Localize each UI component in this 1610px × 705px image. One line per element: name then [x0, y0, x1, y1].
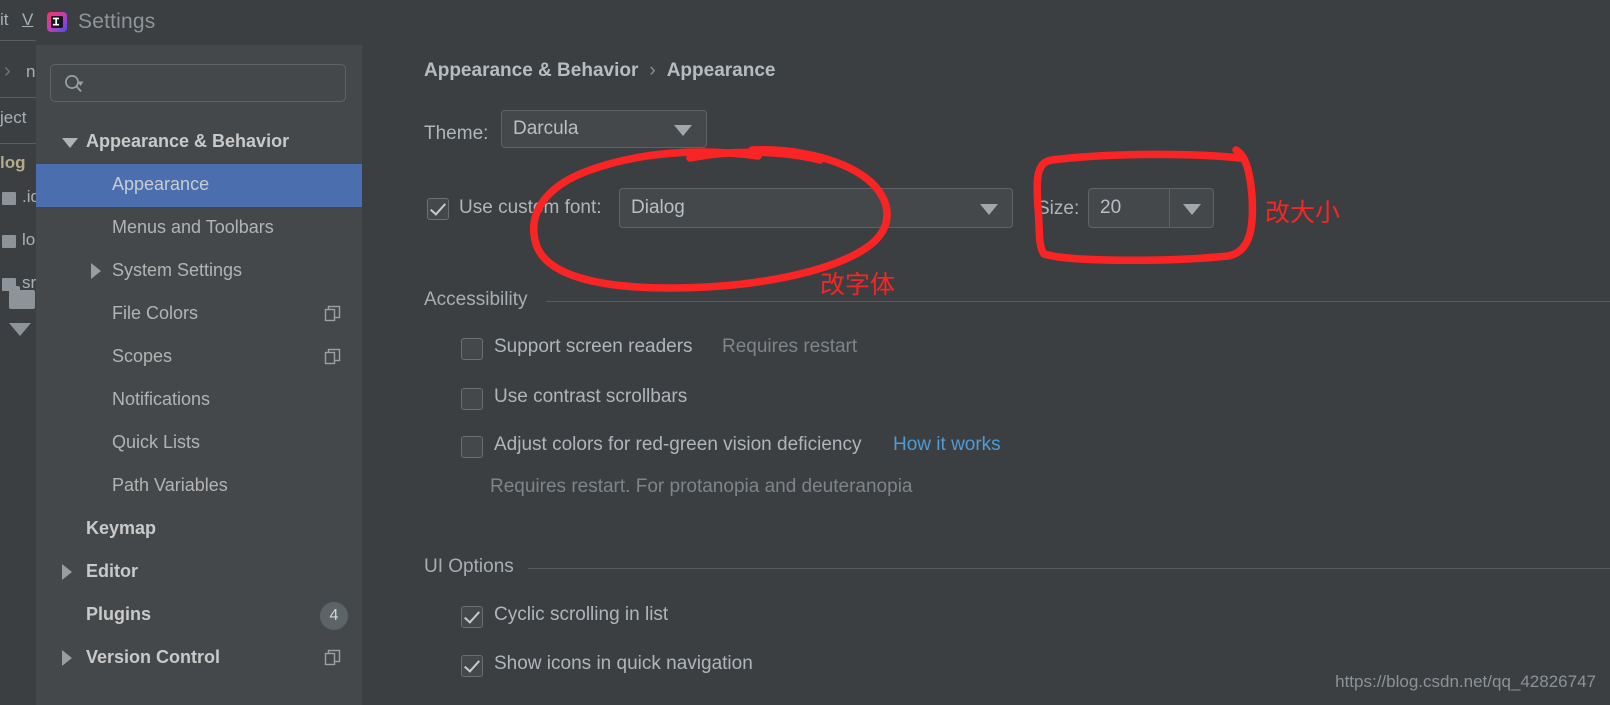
breadcrumb-parent[interactable]: Appearance & Behavior — [424, 60, 638, 81]
sidebar-item-label: Editor — [86, 561, 138, 581]
triangle-down-icon[interactable] — [62, 138, 78, 148]
theme-value: Darcula — [513, 118, 579, 139]
use-custom-font-checkbox[interactable] — [427, 198, 449, 220]
copy-icon[interactable] — [324, 348, 341, 365]
chevron-down-icon — [980, 204, 998, 215]
ide-project-row: ject — [0, 108, 27, 127]
theme-label: Theme: — [424, 123, 489, 144]
plugins-update-badge: 4 — [320, 602, 348, 630]
custom-font-select[interactable]: Dialog — [619, 188, 1013, 228]
accessibility-footnote: Requires restart. For protanopia and deu… — [490, 476, 913, 497]
annotation-note-font: 改字体 — [820, 270, 896, 299]
breadcrumb: Appearance & Behavior › Appearance — [424, 60, 775, 82]
sidebar-item-version-control[interactable]: Version Control — [36, 637, 362, 680]
support-screen-readers-hint: Requires restart — [722, 336, 858, 357]
ide-folder-square-icon-1 — [2, 192, 16, 205]
triangle-right-icon[interactable] — [91, 263, 101, 279]
breadcrumb-current: Appearance — [666, 60, 776, 81]
chevron-right-icon: › — [4, 60, 11, 82]
search-icon — [65, 75, 84, 92]
ide-divider-2 — [0, 97, 36, 98]
use-contrast-scrollbars-label: Use contrast scrollbars — [494, 386, 688, 407]
chevron-down-icon — [1182, 204, 1201, 215]
screenshot-root: it V › n ject log .id log sr Settings Ap… — [0, 0, 1610, 705]
adjust-colors-checkbox[interactable] — [461, 436, 483, 458]
accessibility-section-divider — [546, 301, 1610, 302]
settings-sidebar: Appearance & Behavior Appearance Menus a… — [36, 45, 362, 705]
font-size-label: Size: — [1037, 198, 1080, 219]
ide-background-strip: it V › n ject log .id log sr — [0, 0, 45, 705]
how-it-works-link[interactable]: How it works — [893, 434, 1001, 456]
triangle-right-icon[interactable] — [62, 650, 72, 666]
adjust-colors-label: Adjust colors for red-green vision defic… — [494, 434, 862, 455]
font-size-value: 20 — [1100, 197, 1122, 218]
chevron-down-icon — [674, 125, 692, 136]
ide-menu-item-view[interactable]: V — [22, 10, 33, 30]
accessibility-section-title: Accessibility — [424, 289, 528, 310]
sidebar-item-appearance-and-behavior[interactable]: Appearance & Behavior — [36, 121, 362, 164]
folder-icon — [9, 286, 35, 309]
use-custom-font-label: Use custom font: — [459, 197, 602, 218]
font-size-dropdown-button[interactable] — [1169, 189, 1213, 227]
sidebar-item-appearance[interactable]: Appearance — [36, 164, 362, 207]
sidebar-item-path-variables[interactable]: Path Variables — [36, 465, 362, 508]
ide-divider-1 — [0, 40, 36, 41]
settings-main-panel: Appearance & Behavior › Appearance Theme: … — [362, 45, 1610, 705]
sidebar-item-plugins[interactable]: Plugins 4 — [36, 594, 362, 637]
ide-divider-3 — [0, 143, 36, 144]
sidebar-item-label: Menus and Toolbars — [112, 217, 274, 237]
intellij-idea-icon — [47, 12, 67, 32]
sidebar-item-label: Plugins — [86, 604, 152, 624]
copy-icon[interactable] — [324, 305, 341, 322]
sidebar-item-menus-and-toolbars[interactable]: Menus and Toolbars — [36, 207, 362, 250]
sidebar-item-label: Quick Lists — [112, 432, 201, 452]
watermark: https://blog.csdn.net/qq_42826747 — [1335, 672, 1596, 691]
support-screen-readers-checkbox[interactable] — [461, 338, 483, 360]
sidebar-item-label: Version Control — [86, 647, 221, 667]
sidebar-item-label: System Settings — [112, 260, 243, 280]
sidebar-item-label: Path Variables — [112, 475, 228, 495]
use-contrast-scrollbars-checkbox[interactable] — [461, 388, 483, 410]
sidebar-item-label: File Colors — [112, 303, 199, 323]
ui-options-section-divider — [528, 568, 1610, 569]
sidebar-item-file-colors[interactable]: File Colors — [36, 293, 362, 336]
sidebar-item-scopes[interactable]: Scopes — [36, 336, 362, 379]
sidebar-item-label: Appearance — [112, 174, 210, 194]
sidebar-item-editor[interactable]: Editor — [36, 551, 362, 594]
dialog-title: Settings — [78, 10, 156, 33]
ide-folder-square-icon-2 — [2, 235, 16, 248]
ide-menu-bar: it V — [0, 0, 36, 40]
cyclic-scrolling-label: Cyclic scrolling in list — [494, 604, 669, 625]
annotation-note-size: 改大小 — [1265, 198, 1341, 227]
sidebar-item-notifications[interactable]: Notifications — [36, 379, 362, 422]
font-size-spinner[interactable]: 20 — [1088, 188, 1214, 228]
sidebar-item-label: Scopes — [112, 346, 173, 366]
show-icons-quick-nav-checkbox[interactable] — [461, 655, 483, 677]
sidebar-item-quick-lists[interactable]: Quick Lists — [36, 422, 362, 465]
triangle-right-icon[interactable] — [62, 564, 72, 580]
support-screen-readers-label: Support screen readers — [494, 336, 693, 357]
ide-menu-item-edit[interactable]: it — [0, 10, 9, 30]
ui-options-section-title: UI Options — [424, 556, 514, 577]
triangle-down-icon[interactable] — [9, 323, 31, 336]
settings-dialog: Settings Appearance & Behavior Appearanc… — [36, 0, 1610, 705]
ide-tree-root-row[interactable]: log — [0, 153, 36, 173]
sidebar-item-label: Appearance & Behavior — [86, 131, 290, 151]
sidebar-item-label: Keymap — [86, 518, 157, 538]
custom-font-value: Dialog — [631, 197, 685, 218]
theme-select[interactable]: Darcula — [501, 110, 707, 148]
breadcrumb-separator-icon: › — [649, 60, 656, 81]
settings-search-box[interactable] — [50, 64, 346, 102]
sidebar-item-system-settings[interactable]: System Settings — [36, 250, 362, 293]
dialog-title-bar: Settings — [36, 0, 1610, 45]
cyclic-scrolling-checkbox[interactable] — [461, 606, 483, 628]
show-icons-quick-nav-label: Show icons in quick navigation — [494, 653, 753, 674]
search-input[interactable] — [91, 65, 339, 101]
sidebar-item-keymap[interactable]: Keymap — [36, 508, 362, 551]
settings-nav-tree: Appearance & Behavior Appearance Menus a… — [36, 121, 362, 680]
copy-icon[interactable] — [324, 649, 341, 666]
sidebar-item-label: Notifications — [112, 389, 211, 409]
